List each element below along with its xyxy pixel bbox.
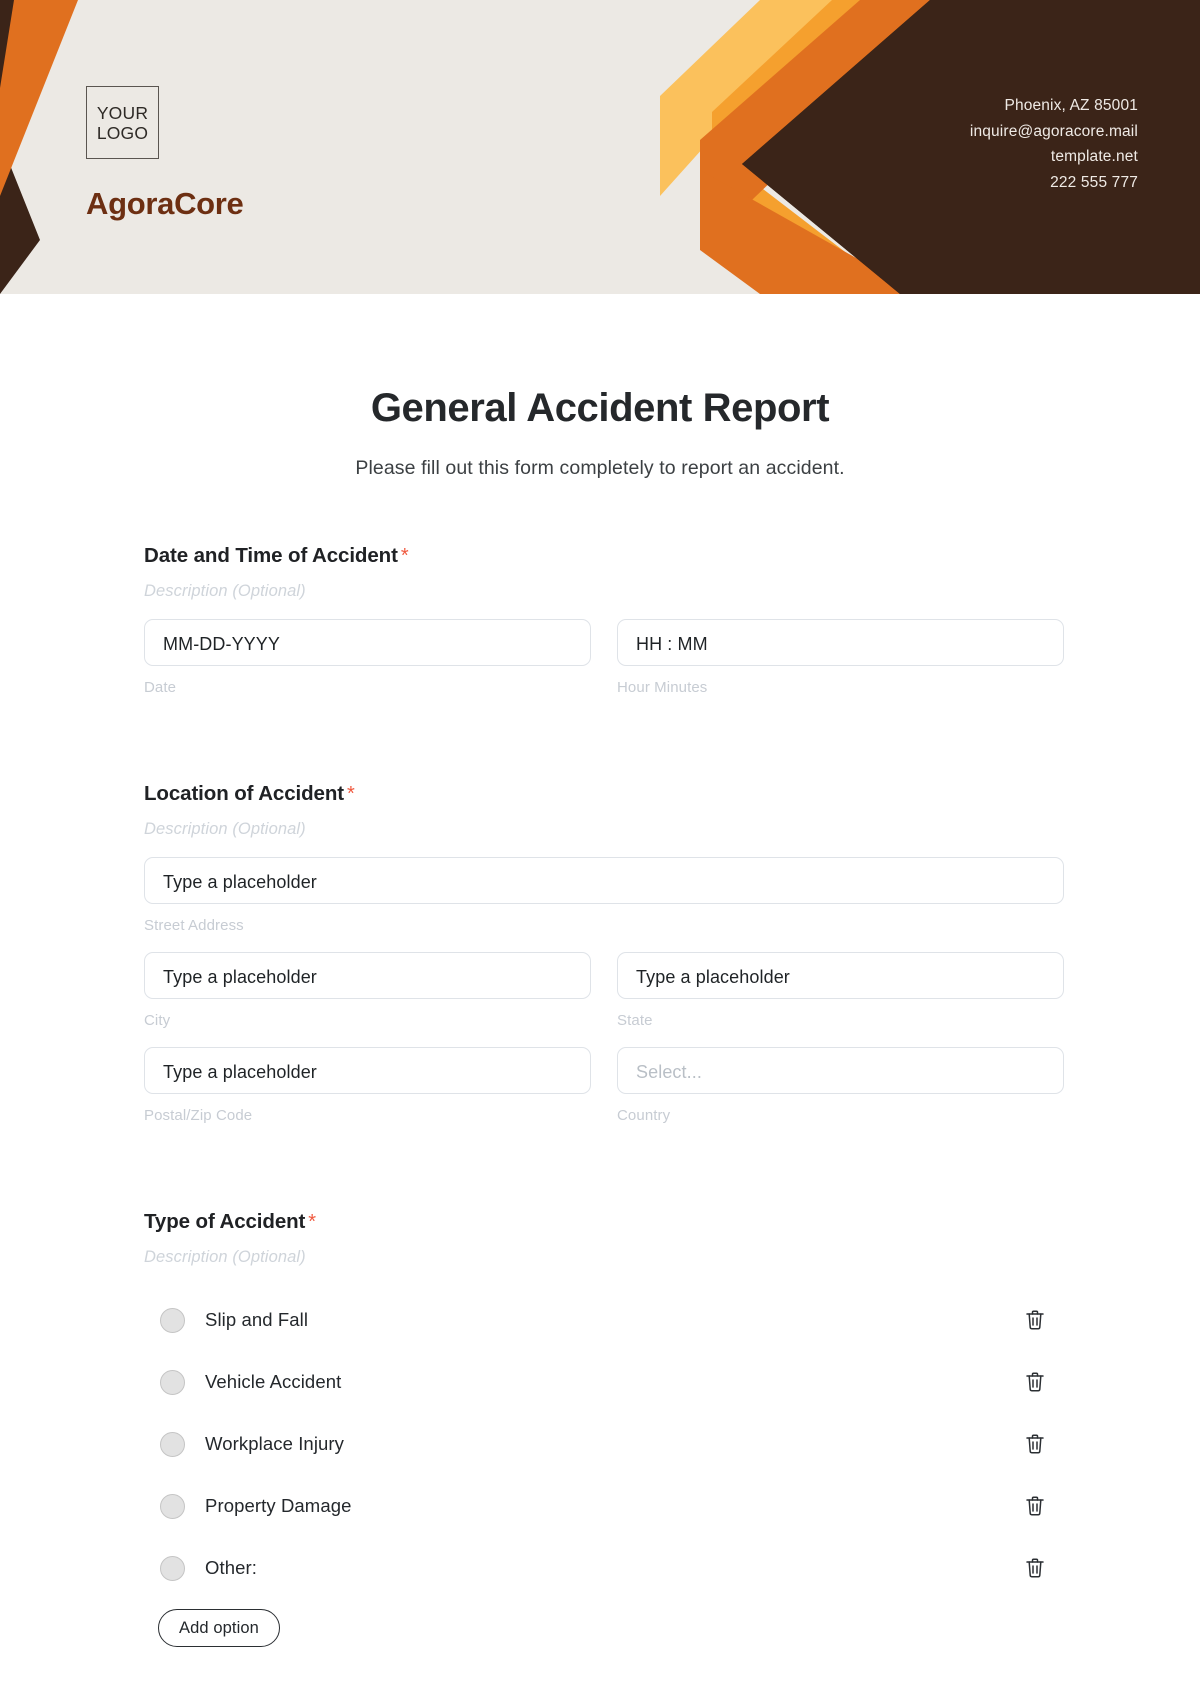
logo-placeholder-box: YOUR LOGO <box>86 86 159 159</box>
street-address-input[interactable]: Type a placeholder <box>144 857 1064 904</box>
logo-block: YOUR LOGO AgoraCore <box>86 86 244 222</box>
page-subtitle: Please fill out this form completely to … <box>355 457 845 479</box>
trash-icon[interactable] <box>1024 1556 1046 1580</box>
contact-phone: 222 555 777 <box>1050 173 1138 191</box>
field-group-date: MM-DD-YYYY Date <box>144 619 591 696</box>
required-asterisk: * <box>308 1211 316 1233</box>
brand-name: AgoraCore <box>86 186 244 221</box>
contact-address: Phoenix, AZ 85001 <box>1004 97 1138 114</box>
field-group-street-address: Type a placeholder Street Address <box>144 857 1064 934</box>
field-row-postal-country: Type a placeholder Postal/Zip Code Selec… <box>144 1047 1064 1124</box>
required-asterisk: * <box>400 545 409 567</box>
section-location: Location of Accident * Description (Optio… <box>144 782 1064 1124</box>
date-input-placeholder: MM-DD-YYYY <box>163 634 280 654</box>
field-group-postal-code: Type a placeholder Postal/Zip Code <box>144 1047 591 1124</box>
radio-button-icon[interactable] <box>160 1493 185 1519</box>
sub-label-street-address: Street Address <box>144 917 244 934</box>
state-placeholder: Type a placeholder <box>636 967 790 987</box>
trash-icon[interactable] <box>1024 1370 1046 1394</box>
section-label-text: Location of Accident <box>144 782 344 805</box>
sub-label-city: City <box>144 1012 171 1029</box>
field-group-country: Select... Country <box>617 1047 1064 1124</box>
radio-button-icon[interactable] <box>160 1431 185 1457</box>
section-label-text: Date and Time of Accident <box>144 544 398 567</box>
required-asterisk: * <box>346 783 355 805</box>
trash-icon[interactable] <box>1024 1308 1046 1332</box>
postal-code-input[interactable]: Type a placeholder <box>144 1047 591 1094</box>
option-label: Slip and Fall <box>205 1309 309 1330</box>
sub-label-postal-code: Postal/Zip Code <box>144 1107 253 1124</box>
option-row[interactable]: Workplace Injury <box>144 1413 1064 1475</box>
option-label: Property Damage <box>205 1495 352 1516</box>
option-row[interactable]: Property Damage <box>144 1475 1064 1537</box>
option-label: Other: <box>205 1557 258 1578</box>
contact-block: Phoenix, AZ 85001 inquire@agoracore.mail… <box>970 93 1138 195</box>
city-placeholder: Type a placeholder <box>163 967 317 987</box>
option-row[interactable]: Slip and Fall <box>144 1289 1064 1351</box>
contact-email: inquire@agoracore.mail <box>969 122 1138 140</box>
contact-website: template.net <box>1050 148 1138 165</box>
accident-type-options: Slip and Fall Vehicle Accident Workplace… <box>144 1289 1064 1647</box>
field-row-date-time: MM-DD-YYYY Date HH : MM Hour Minutes <box>144 619 1064 696</box>
section-type-of-accident: Type of Accident * Description (Optional)… <box>144 1210 1064 1647</box>
logo-line-1: YOUR <box>96 102 149 123</box>
option-row[interactable]: Vehicle Accident <box>144 1351 1064 1413</box>
radio-button-icon[interactable] <box>160 1555 185 1581</box>
field-row-street: Type a placeholder Street Address <box>144 857 1064 934</box>
option-label: Workplace Injury <box>205 1433 345 1454</box>
city-input[interactable]: Type a placeholder <box>144 952 591 999</box>
add-option-button[interactable]: Add option <box>158 1609 280 1647</box>
sub-label-hour-minutes: Hour Minutes <box>617 679 708 696</box>
trash-icon[interactable] <box>1024 1494 1046 1518</box>
section-label-type-of-accident: Type of Accident * <box>144 1210 1064 1234</box>
section-description-type-of-accident: Description (Optional) <box>144 1248 306 1266</box>
form-body: General Accident Report Please fill out … <box>0 386 1200 1647</box>
trash-icon[interactable] <box>1024 1432 1046 1456</box>
logo-line-2: LOGO <box>96 122 149 143</box>
radio-button-icon[interactable] <box>160 1307 185 1333</box>
postal-code-placeholder: Type a placeholder <box>163 1062 317 1082</box>
header-banner: YOUR LOGO AgoraCore Phoenix, AZ 85001 in… <box>0 0 1200 294</box>
time-input[interactable]: HH : MM <box>617 619 1064 666</box>
page-root: YOUR LOGO AgoraCore Phoenix, AZ 85001 in… <box>0 0 1200 1701</box>
option-row[interactable]: Other: <box>144 1537 1064 1599</box>
state-input[interactable]: Type a placeholder <box>617 952 1064 999</box>
section-description-location: Description (Optional) <box>144 820 306 838</box>
sub-label-country: Country <box>617 1107 671 1124</box>
street-address-placeholder: Type a placeholder <box>163 872 317 892</box>
option-label: Vehicle Accident <box>205 1371 342 1392</box>
date-input[interactable]: MM-DD-YYYY <box>144 619 591 666</box>
country-select-placeholder: Select... <box>636 1062 702 1082</box>
field-group-city: Type a placeholder City <box>144 952 591 1029</box>
time-input-placeholder: HH : MM <box>636 634 708 654</box>
page-title: General Accident Report <box>370 386 830 430</box>
section-label-date-time: Date and Time of Accident * <box>144 544 1064 568</box>
radio-button-icon[interactable] <box>160 1369 185 1395</box>
sub-label-state: State <box>617 1012 653 1029</box>
section-description-date-time: Description (Optional) <box>144 582 306 600</box>
section-label-text: Type of Accident <box>144 1210 306 1233</box>
sub-label-date: Date <box>144 679 177 696</box>
field-group-state: Type a placeholder State <box>617 952 1064 1029</box>
section-label-location: Location of Accident * <box>144 782 1064 806</box>
field-group-time: HH : MM Hour Minutes <box>617 619 1064 696</box>
field-row-city-state: Type a placeholder City Type a placehold… <box>144 952 1064 1029</box>
section-date-time: Date and Time of Accident * Description (… <box>144 544 1064 696</box>
country-select[interactable]: Select... <box>617 1047 1064 1094</box>
form-fields-container: Date and Time of Accident * Description (… <box>136 544 1064 1647</box>
